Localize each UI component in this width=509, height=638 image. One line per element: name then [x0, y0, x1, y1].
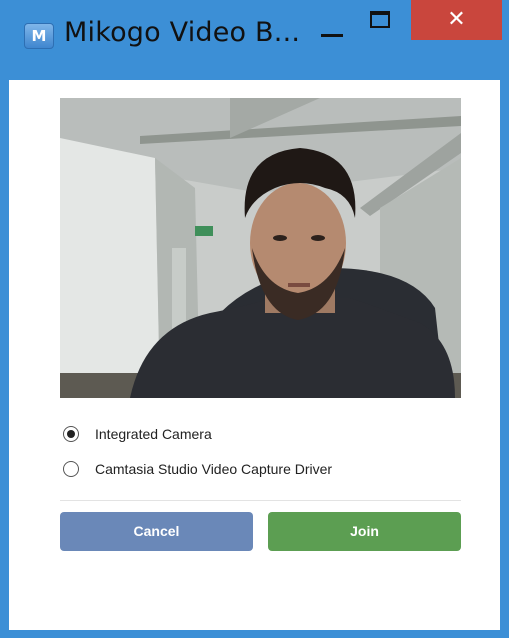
title-bar[interactable]: M Mikogo Video B... ✕: [0, 0, 509, 80]
dialog-content: Integrated Camera Camtasia Studio Video …: [9, 80, 500, 630]
mikogo-video-window: M Mikogo Video B... ✕ Integrated Camera …: [0, 0, 509, 638]
minimize-icon: [321, 34, 343, 37]
radio-button-selected[interactable]: [63, 426, 79, 442]
minimize-button[interactable]: [308, 0, 356, 48]
camera-option-label: Camtasia Studio Video Capture Driver: [95, 461, 333, 477]
app-icon-glyph: M: [31, 27, 47, 45]
mikogo-app-icon: M: [24, 23, 54, 49]
cancel-button[interactable]: Cancel: [60, 512, 253, 551]
close-icon: ✕: [447, 7, 466, 32]
camera-preview: [60, 98, 461, 398]
window-title: Mikogo Video B...: [64, 17, 301, 48]
camera-option-label: Integrated Camera: [95, 426, 212, 442]
join-button[interactable]: Join: [268, 512, 461, 551]
maximize-icon: [370, 11, 390, 28]
divider: [60, 500, 461, 501]
maximize-button[interactable]: [358, 0, 406, 48]
close-button[interactable]: ✕: [411, 0, 502, 40]
radio-button-unselected[interactable]: [63, 461, 79, 477]
camera-preview-image: [60, 98, 461, 398]
radio-dot-icon: [67, 430, 75, 438]
